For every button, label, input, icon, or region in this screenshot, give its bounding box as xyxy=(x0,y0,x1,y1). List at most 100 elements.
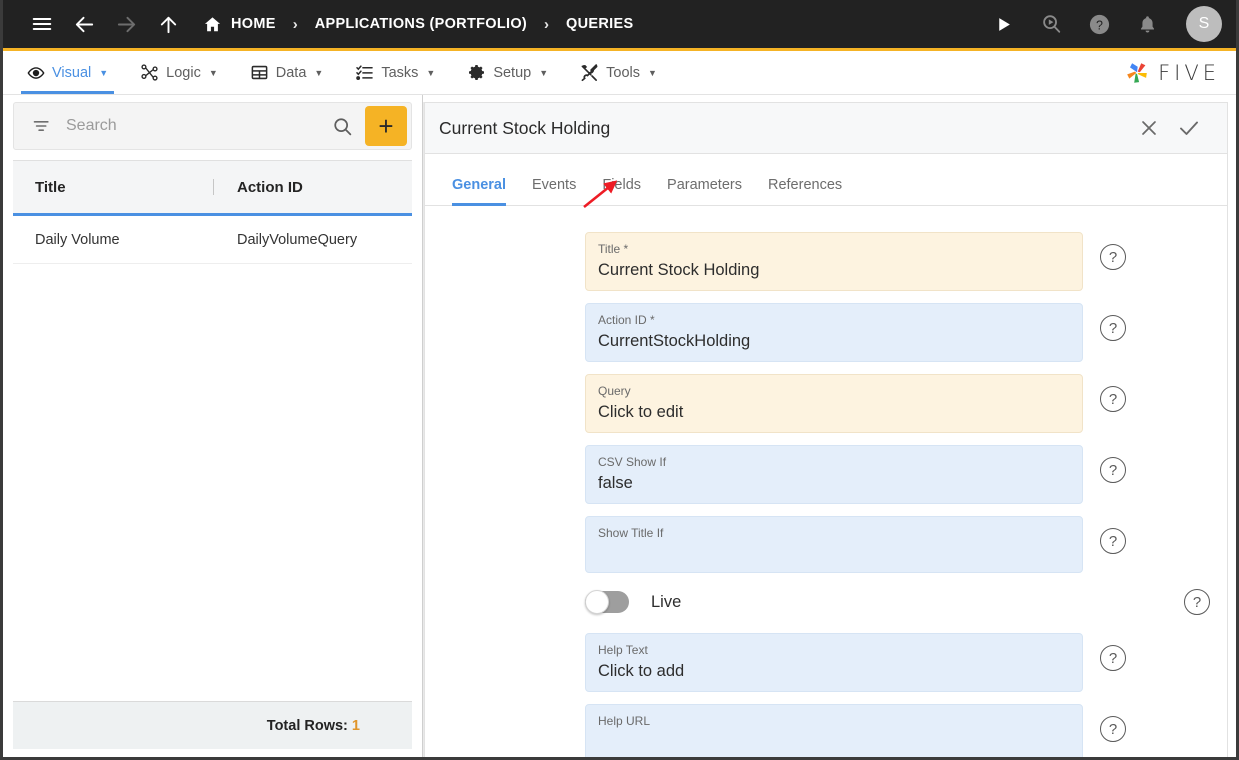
general-form: Title * Current Stock Holding ? Action I… xyxy=(424,206,1228,757)
up-arrow-icon[interactable] xyxy=(147,3,189,45)
page-title: Current Stock Holding xyxy=(439,117,611,138)
menu-label-setup: Setup xyxy=(493,64,532,81)
field-label-help-text: Help Text xyxy=(598,643,648,657)
application-window: HOME › APPLICATIONS (PORTFOLIO) › QUERIE… xyxy=(0,0,1239,760)
live-toggle-label: Live xyxy=(651,592,682,611)
help-icon-title[interactable]: ? xyxy=(1100,244,1126,270)
form-row-help-url: Help URL ? xyxy=(425,704,1227,757)
form-row-action-id: Action ID * CurrentStockHolding ? xyxy=(425,303,1227,362)
total-rows-status: Total Rows: 1 xyxy=(267,718,360,734)
add-query-button[interactable]: + xyxy=(365,106,407,146)
table-row[interactable]: Daily Volume DailyVolumeQuery xyxy=(13,216,412,264)
help-icon-action-id[interactable]: ? xyxy=(1100,315,1126,341)
field-value-action-id: CurrentStockHolding xyxy=(598,332,751,350)
tab-parameters[interactable]: Parameters xyxy=(654,177,755,205)
menu-item-tasks[interactable]: Tasks ▼ xyxy=(341,51,449,94)
tools-icon xyxy=(580,63,599,82)
menu-label-visual: Visual xyxy=(52,64,92,81)
field-label-help-url: Help URL xyxy=(598,714,651,728)
chevron-down-icon: ▼ xyxy=(539,67,549,78)
topbar-left-group: HOME › APPLICATIONS (PORTFOLIO) › QUERIE… xyxy=(21,3,982,45)
confirm-check-icon[interactable] xyxy=(1169,108,1209,148)
forward-arrow-icon[interactable] xyxy=(105,3,147,45)
chevron-down-icon: ▼ xyxy=(314,67,324,78)
menu-label-logic: Logic xyxy=(166,64,201,81)
close-icon[interactable] xyxy=(1129,108,1169,148)
help-circle-icon[interactable]: ? xyxy=(1078,3,1120,45)
menu-item-data[interactable]: Data ▼ xyxy=(236,51,338,94)
table-grid-icon xyxy=(250,63,269,82)
column-header-title[interactable]: Title xyxy=(13,179,213,196)
hamburger-menu-icon[interactable] xyxy=(21,3,63,45)
breadcrumb-separator-2: › xyxy=(544,15,550,33)
field-query[interactable]: Query Click to edit xyxy=(585,374,1083,433)
eye-icon xyxy=(27,64,45,82)
field-label-action-id: Action ID * xyxy=(598,313,655,327)
total-rows-label: Total Rows: xyxy=(266,717,348,734)
help-icon-help-url[interactable]: ? xyxy=(1100,716,1126,742)
field-help-text[interactable]: Help Text Click to add xyxy=(585,633,1083,692)
field-label-csv-show-if: CSV Show If xyxy=(598,455,667,469)
checklist-icon xyxy=(355,63,374,82)
field-label-query: Query xyxy=(598,384,631,398)
help-icon-live[interactable]: ? xyxy=(1184,589,1210,615)
field-value-help-url xyxy=(598,731,1070,751)
tab-general[interactable]: General xyxy=(439,177,519,206)
total-rows-count: 1 xyxy=(351,717,360,734)
table-body: Daily Volume DailyVolumeQuery xyxy=(13,216,412,701)
tab-references[interactable]: References xyxy=(755,177,855,205)
menu-item-setup[interactable]: Setup ▼ xyxy=(453,51,562,94)
table-header-row: Title Action ID xyxy=(13,160,412,216)
menu-label-tools: Tools xyxy=(606,64,640,81)
search-icon[interactable] xyxy=(322,116,363,137)
field-action-id[interactable]: Action ID * CurrentStockHolding xyxy=(585,303,1083,362)
field-value-csv-show-if: false xyxy=(598,474,633,492)
breadcrumb-item-applications[interactable]: APPLICATIONS (PORTFOLIO) xyxy=(315,16,527,32)
menu-item-visual[interactable]: Visual ▼ xyxy=(13,51,122,94)
help-icon-csv-show-if[interactable]: ? xyxy=(1100,457,1126,483)
chevron-down-icon: ▼ xyxy=(426,67,436,78)
live-toggle[interactable] xyxy=(585,590,629,614)
field-value-show-title-if xyxy=(598,543,1070,563)
field-help-url[interactable]: Help URL xyxy=(585,704,1083,757)
form-row-live: Live ? xyxy=(425,589,1227,615)
home-icon xyxy=(203,15,222,34)
notifications-bell-icon[interactable] xyxy=(1126,3,1168,45)
search-input[interactable] xyxy=(60,117,322,135)
panel-header: Current Stock Holding xyxy=(424,102,1228,154)
brand-wordmark: FIVE xyxy=(1158,60,1220,85)
field-label-title: Title * xyxy=(598,242,629,256)
form-row-help-text: Help Text Click to add ? xyxy=(425,633,1227,692)
field-value-help-text: Click to add xyxy=(598,662,685,680)
topbar-actions-group: ? S xyxy=(982,3,1222,45)
menu-item-tools[interactable]: Tools ▼ xyxy=(566,51,671,94)
help-icon-help-text[interactable]: ? xyxy=(1100,645,1126,671)
field-csv-show-if[interactable]: CSV Show If false xyxy=(585,445,1083,504)
field-title[interactable]: Title * Current Stock Holding xyxy=(585,232,1083,291)
column-header-action-id[interactable]: Action ID xyxy=(213,179,412,196)
back-arrow-icon[interactable] xyxy=(63,3,105,45)
menu-item-logic[interactable]: Logic ▼ xyxy=(126,51,232,94)
field-show-title-if[interactable]: Show Title If xyxy=(585,516,1083,573)
tab-fields[interactable]: Fields xyxy=(589,177,654,205)
search-run-icon[interactable] xyxy=(1030,3,1072,45)
filter-icon[interactable] xyxy=(24,116,60,136)
module-menu-bar: Visual ▼ Logic ▼ Data ▼ Tasks ▼ Setup ▼ … xyxy=(3,48,1236,94)
cell-title: Daily Volume xyxy=(35,231,120,248)
breadcrumb-item-queries[interactable]: QUERIES xyxy=(566,16,633,32)
user-avatar[interactable]: S xyxy=(1186,6,1222,42)
toggle-knob xyxy=(585,590,609,614)
svg-text:?: ? xyxy=(1096,18,1103,32)
menu-label-tasks: Tasks xyxy=(381,64,419,81)
run-icon[interactable] xyxy=(982,3,1024,45)
help-icon-show-title-if[interactable]: ? xyxy=(1100,528,1126,554)
breadcrumb-separator-1: › xyxy=(292,15,298,33)
queries-table: Title Action ID Daily Volume DailyVolume… xyxy=(13,160,412,701)
breadcrumb-item-home[interactable]: HOME xyxy=(203,15,276,34)
form-row-title: Title * Current Stock Holding ? xyxy=(425,232,1227,291)
form-row-csv-show-if: CSV Show If false ? xyxy=(425,445,1227,504)
form-row-query: Query Click to edit ? xyxy=(425,374,1227,433)
tab-events[interactable]: Events xyxy=(519,177,589,205)
help-icon-query[interactable]: ? xyxy=(1100,386,1126,412)
field-value-title: Current Stock Holding xyxy=(598,261,760,279)
